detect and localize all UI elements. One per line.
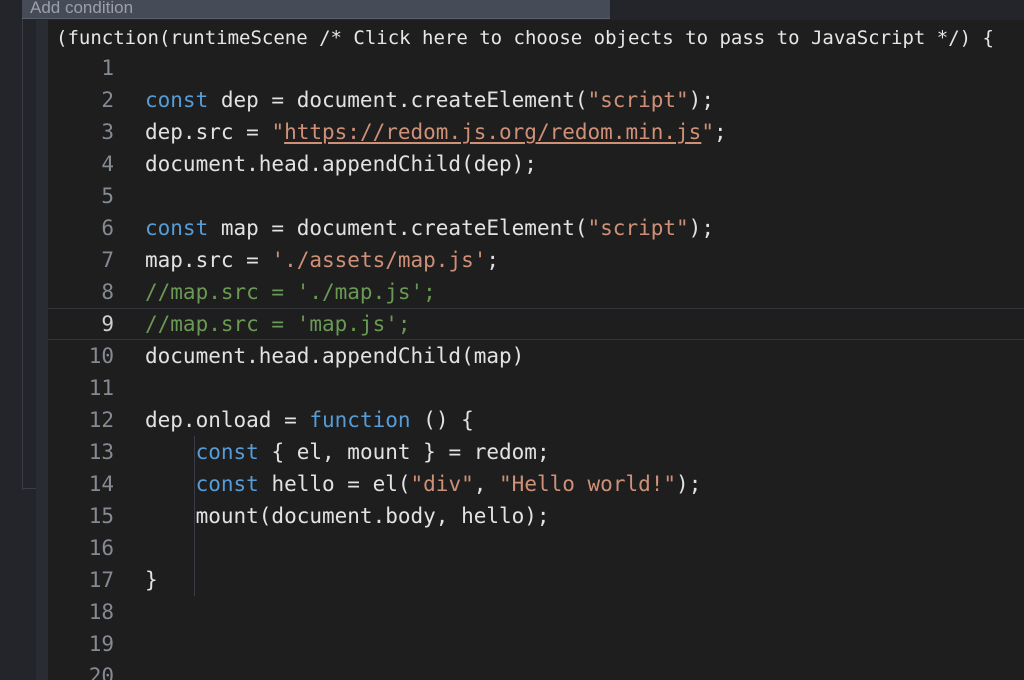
code-token: dep.onload = xyxy=(145,408,310,432)
code-line[interactable]: 18 xyxy=(48,596,1024,628)
url-link[interactable]: https://redom.js.org/redom.min.js xyxy=(284,120,701,144)
event-tree-tick xyxy=(22,488,36,489)
code-area[interactable]: 1 2 const dep = document.createElement("… xyxy=(48,52,1024,680)
code-line[interactable]: 15 mount(document.body, hello); xyxy=(48,500,1024,532)
code-line[interactable]: 6 const map = document.createElement("sc… xyxy=(48,212,1024,244)
code-token: ); xyxy=(688,216,714,240)
code-line[interactable]: 10 document.head.appendChild(map) xyxy=(48,340,1024,372)
line-number: 17 xyxy=(88,568,114,592)
code-token: map.src = xyxy=(145,248,272,272)
event-tree-line xyxy=(22,0,23,490)
add-condition-button[interactable]: Add condition xyxy=(22,0,610,19)
line-number: 4 xyxy=(101,152,114,176)
string-quote: " xyxy=(271,120,285,144)
code-text: const dep = document.createElement("scri… xyxy=(145,84,714,116)
code-line[interactable]: 19 xyxy=(48,628,1024,660)
code-line[interactable]: 13 const { el, mount } = redom; xyxy=(48,436,1024,468)
code-text: const { el, mount } = redom; xyxy=(145,436,550,468)
code-line[interactable]: 3 dep.src = "https://redom.js.org/redom.… xyxy=(48,116,1024,148)
line-number: 14 xyxy=(88,472,114,496)
line-number: 13 xyxy=(88,440,114,464)
code-token: ); xyxy=(688,88,714,112)
line-number: 8 xyxy=(101,280,114,304)
function-header[interactable]: (function(runtimeScene /* Click here to … xyxy=(56,24,994,52)
line-number: 2 xyxy=(101,88,114,112)
code-token: () { xyxy=(410,408,474,432)
string-literal: "Hello world!" xyxy=(499,472,677,496)
code-text: dep.src = "https://redom.js.org/redom.mi… xyxy=(145,116,727,148)
line-number: 18 xyxy=(88,600,114,624)
code-line[interactable]: 5 xyxy=(48,180,1024,212)
code-token: ); xyxy=(676,472,702,496)
code-text: const map = document.createElement("scri… xyxy=(145,212,714,244)
string-literal: "script" xyxy=(587,216,689,240)
string-quote: " xyxy=(701,120,714,144)
line-number: 11 xyxy=(88,376,114,400)
keyword: const xyxy=(145,88,209,112)
line-number: 3 xyxy=(101,120,114,144)
code-line[interactable]: 17 } xyxy=(48,564,1024,596)
keyword: const xyxy=(145,216,209,240)
editor-left-border xyxy=(36,20,48,680)
line-number: 15 xyxy=(88,504,114,528)
code-token: { el, mount } = redom; xyxy=(258,440,550,464)
code-line[interactable]: 4 document.head.appendChild(dep); xyxy=(48,148,1024,180)
code-text: document.head.appendChild(map) xyxy=(145,344,525,368)
code-text: } xyxy=(145,568,158,592)
code-token: hello = el( xyxy=(258,472,411,496)
code-token: dep.src = xyxy=(145,120,272,144)
line-number: 16 xyxy=(88,536,114,560)
code-line[interactable]: 8 //map.src = './map.js'; xyxy=(48,276,1024,308)
code-line[interactable]: 20 xyxy=(48,660,1024,680)
line-number: 19 xyxy=(88,632,114,656)
code-line[interactable]: 14 const hello = el("div", "Hello world!… xyxy=(48,468,1024,500)
code-text: dep.onload = function () { xyxy=(145,404,474,436)
line-number: 12 xyxy=(88,408,114,432)
comment: //map.src = 'map.js'; xyxy=(145,312,411,336)
line-number: 6 xyxy=(101,216,114,240)
code-token: dep = document.createElement( xyxy=(208,88,588,112)
string-literal: './assets/map.js' xyxy=(271,248,487,272)
keyword: const xyxy=(195,440,259,464)
line-number: 7 xyxy=(101,248,114,272)
comment: //map.src = './map.js'; xyxy=(145,280,436,304)
line-number: 10 xyxy=(88,344,114,368)
code-line[interactable]: 2 const dep = document.createElement("sc… xyxy=(48,84,1024,116)
code-text: document.head.appendChild(dep); xyxy=(145,152,537,176)
line-number: 20 xyxy=(88,664,114,680)
string-literal: "script" xyxy=(587,88,689,112)
code-text: mount(document.body, hello); xyxy=(145,504,550,528)
line-number: 1 xyxy=(101,56,114,80)
keyword: const xyxy=(195,472,259,496)
code-line[interactable]: 7 map.src = './assets/map.js'; xyxy=(48,244,1024,276)
code-token: ; xyxy=(713,120,727,144)
code-line[interactable]: 11 xyxy=(48,372,1024,404)
line-number: 5 xyxy=(101,184,114,208)
code-line[interactable]: 12 dep.onload = function () { xyxy=(48,404,1024,436)
active-line-number: 9 xyxy=(101,312,114,336)
code-text: const hello = el("div", "Hello world!"); xyxy=(145,468,702,500)
code-text: map.src = './assets/map.js'; xyxy=(145,244,499,276)
code-token: map = document.createElement( xyxy=(208,216,588,240)
code-line[interactable]: 1 xyxy=(48,52,1024,84)
string-literal: "div" xyxy=(410,472,474,496)
keyword: function xyxy=(309,408,411,432)
code-token: ; xyxy=(486,248,500,272)
code-line[interactable]: 16 xyxy=(48,532,1024,564)
active-code-line[interactable]: 9 //map.src = 'map.js'; xyxy=(48,308,1024,340)
code-token: , xyxy=(473,472,500,496)
